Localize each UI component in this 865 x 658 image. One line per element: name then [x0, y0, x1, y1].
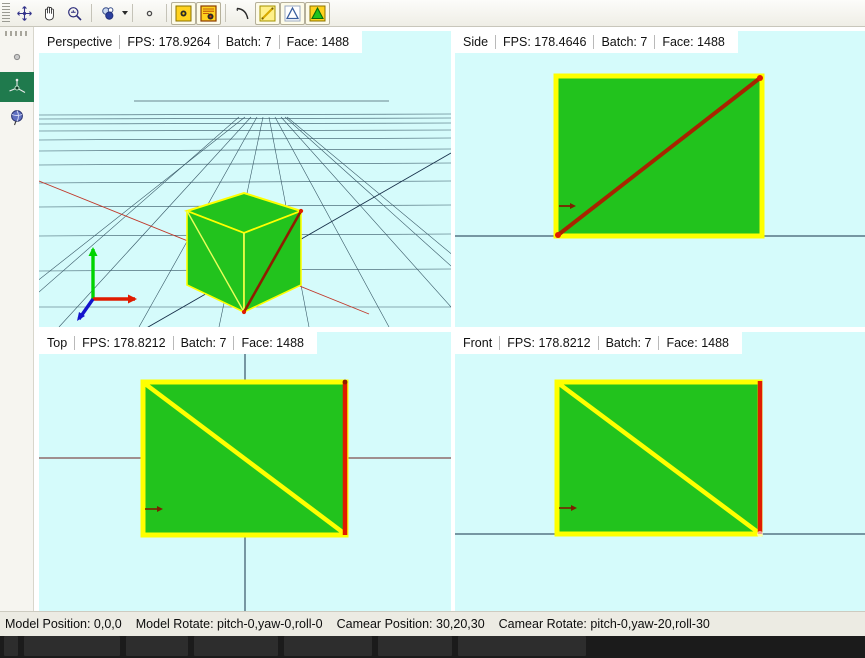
viewport-top[interactable]: Top FPS: 178.8212 Batch: 7 Face: 1488	[39, 332, 451, 611]
sidebar-item-globe[interactable]	[0, 102, 34, 132]
viewport-fps: FPS: 178.8212	[507, 336, 591, 350]
viewport-batch: Batch: 7	[601, 35, 648, 49]
task-item[interactable]	[458, 636, 586, 656]
viewport-fps: FPS: 178.4646	[503, 35, 587, 49]
viewport-front[interactable]: Front FPS: 178.8212 Batch: 7 Face: 1488	[455, 332, 865, 611]
viewport-perspective[interactable]: Perspective FPS: 178.9264 Batch: 7 Face:…	[39, 31, 451, 327]
status-bar: Model Position: 0,0,0 Model Rotate: pitc…	[0, 611, 865, 636]
viewport-side[interactable]: Side FPS: 178.4646 Batch: 7 Face: 1488	[455, 31, 865, 327]
os-taskbar	[0, 636, 865, 658]
triangle-outline-icon[interactable]	[280, 1, 305, 25]
viewport-name: Perspective	[47, 35, 113, 49]
application-window: Perspective FPS: 178.9264 Batch: 7 Face:…	[0, 0, 865, 658]
top-scene-canvas	[39, 332, 451, 611]
sidebar-item-small-dot[interactable]	[0, 42, 34, 72]
viewport-face: Face: 1488	[241, 336, 304, 350]
status-model-position: Model Position: 0,0,0	[5, 617, 122, 631]
left-sidebar	[0, 27, 34, 611]
toolbar-separator	[225, 4, 226, 22]
task-item[interactable]	[194, 636, 278, 656]
viewport-batch: Batch: 7	[180, 336, 227, 350]
viewport-label-top: Top FPS: 178.8212 Batch: 7 Face: 1488	[39, 332, 317, 354]
toolbar-separator	[132, 4, 133, 22]
viewport-face: Face: 1488	[662, 35, 725, 49]
cube-mesh	[553, 73, 765, 239]
select-objects-icon[interactable]	[96, 2, 121, 25]
line-segment-icon[interactable]	[255, 1, 280, 25]
perspective-scene-canvas	[39, 31, 451, 327]
viewport-name: Top	[47, 336, 68, 350]
pan-hand-icon[interactable]	[37, 2, 62, 25]
vertex-marker-icon[interactable]	[171, 1, 196, 25]
zoom-magnifier-icon[interactable]	[62, 2, 87, 25]
viewport-batch: Batch: 7	[225, 35, 272, 49]
toolbar-drag-handle[interactable]	[2, 3, 10, 23]
viewport-name: Front	[463, 336, 493, 350]
curve-arc-icon[interactable]	[230, 2, 255, 25]
move-icon[interactable]	[12, 2, 37, 25]
triangle-filled-icon[interactable]	[305, 1, 330, 25]
viewport-face: Face: 1488	[666, 336, 730, 350]
task-item[interactable]	[378, 636, 452, 656]
render-scene-icon[interactable]	[196, 1, 221, 25]
viewport-fps: FPS: 178.8212	[82, 336, 166, 350]
sidebar-item-axis-gizmo[interactable]	[0, 72, 34, 102]
sidebar-drag-handle[interactable]	[4, 31, 29, 36]
cube-mesh	[554, 379, 763, 537]
status-camera-rotate: Camear Rotate: pitch-0,yaw-20,roll-30	[498, 617, 710, 631]
task-item[interactable]	[284, 636, 372, 656]
status-model-rotate: Model Rotate: pitch-0,yaw-0,roll-0	[135, 617, 323, 631]
front-scene-canvas	[455, 332, 865, 611]
point-dot-icon[interactable]	[137, 2, 162, 25]
main-toolbar	[0, 0, 865, 27]
viewport-label-front: Front FPS: 178.8212 Batch: 7 Face: 1488	[455, 332, 743, 354]
viewport-label-perspective: Perspective FPS: 178.9264 Batch: 7 Face:…	[39, 31, 363, 53]
viewport-fps: FPS: 178.9264	[127, 35, 211, 49]
side-scene-canvas	[455, 31, 865, 327]
chevron-down-icon[interactable]	[122, 11, 128, 15]
viewport-batch: Batch: 7	[605, 336, 652, 350]
cube-mesh	[140, 379, 349, 538]
task-item[interactable]	[4, 636, 18, 656]
toolbar-separator	[91, 4, 92, 22]
viewport-grid: Perspective FPS: 178.9264 Batch: 7 Face:…	[34, 27, 865, 611]
viewport-face: Face: 1488	[286, 35, 350, 49]
task-item[interactable]	[24, 636, 120, 656]
status-camera-position: Camear Position: 30,20,30	[336, 617, 485, 631]
viewport-label-side: Side FPS: 178.4646 Batch: 7 Face: 1488	[455, 31, 738, 53]
viewport-name: Side	[463, 35, 489, 49]
task-item[interactable]	[126, 636, 188, 656]
toolbar-separator	[166, 4, 167, 22]
